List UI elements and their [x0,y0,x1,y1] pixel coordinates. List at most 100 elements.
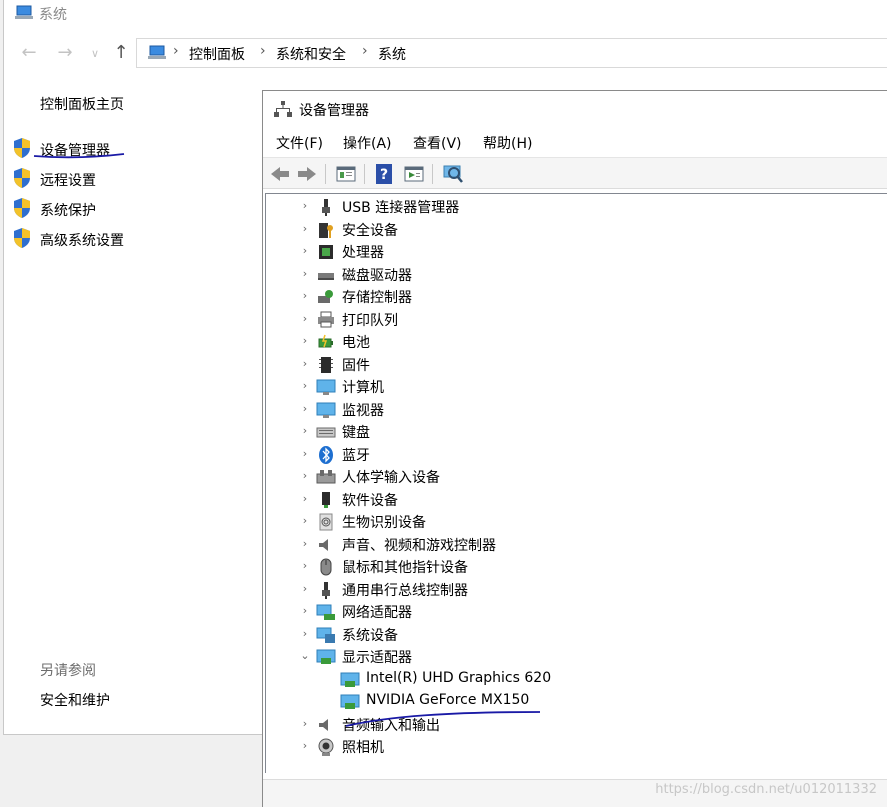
device-item[interactable]: NVIDIA GeForce MX150 [266,691,866,713]
device-label: 鼠标和其他指针设备 [342,560,468,576]
device-category[interactable]: › 蓝牙 [266,444,866,466]
chevron-right-icon[interactable]: › [300,559,310,572]
chevron-down-icon[interactable]: ⌄ [300,649,310,662]
keyboard-icon [316,427,336,438]
chevron-right-icon[interactable]: › [300,537,310,550]
device-label: 人体学输入设备 [342,470,440,486]
scan-hardware-icon[interactable] [442,163,464,185]
chevron-right-icon[interactable]: › [300,447,310,460]
control-panel-home-link[interactable]: 控制面板主页 [40,94,124,114]
sidebar-link-label: 高级系统设置 [40,233,124,249]
run-icon[interactable] [403,163,425,185]
device-category[interactable]: › 网络适配器 [266,601,866,623]
sidebar-link-label: 系统保护 [40,203,96,219]
device-category[interactable]: › 鼠标和其他指针设备 [266,556,866,578]
device-category[interactable]: › 存储控制器 [266,286,866,308]
device-label: 声音、视频和游戏控制器 [342,537,496,554]
chevron-right-icon[interactable]: › [300,289,310,302]
chevron-right-icon[interactable]: › [300,739,310,752]
device-category[interactable]: › 通用串行总线控制器 [266,579,866,601]
disk-drive-icon [318,272,334,280]
help-icon[interactable]: ? [373,163,395,185]
device-category[interactable]: › 电池 [266,331,866,353]
speaker-icon [319,718,328,731]
device-label: 网络适配器 [342,605,412,621]
device-category[interactable]: › 磁盘驱动器 [266,264,866,286]
device-category[interactable]: › 键盘 [266,421,866,443]
properties-icon[interactable] [335,163,357,185]
chevron-right-icon[interactable]: › [300,267,310,280]
breadcrumb-separator-icon: › [173,43,179,59]
device-category[interactable]: › 生物识别设备 [266,511,866,533]
device-label: 存储控制器 [342,290,412,306]
back-arrow-icon[interactable]: ← [18,42,40,64]
address-bar: ← → ∨ ↑ › 控制面板 › 系统和安全 › 系统 [4,36,887,70]
device-category[interactable]: › 打印队列 [266,309,866,331]
recent-locations-chevron-icon[interactable]: ∨ [84,43,106,65]
firmware-icon [319,356,333,373]
device-category[interactable]: › 处理器 [266,241,866,263]
bluetooth-icon [319,445,333,464]
back-icon[interactable] [269,163,291,185]
toolbar: ? [263,157,887,189]
usb-icon [322,199,330,216]
device-manager-title: 设备管理器 [299,103,369,119]
breadcrumb-separator-icon: › [362,43,368,59]
device-category[interactable]: › 人体学输入设备 [266,466,866,488]
device-category[interactable]: › 软件设备 [266,489,866,511]
breadcrumb-item-system-security[interactable]: 系统和安全 [276,44,346,64]
device-label: 处理器 [342,245,384,261]
chevron-right-icon[interactable]: › [300,469,310,482]
menu-action[interactable]: 操作(A) [343,133,392,153]
security-maintenance-link[interactable]: 安全和维护 [40,690,110,710]
device-category[interactable]: › USB 连接器管理器 [266,196,866,218]
device-category[interactable]: › 监视器 [266,399,866,421]
chevron-right-icon[interactable]: › [300,244,310,257]
display-adapter-icon [340,672,360,687]
chevron-right-icon[interactable]: › [300,357,310,370]
device-category[interactable]: › 声音、视频和游戏控制器 [266,534,866,556]
device-category[interactable]: › 固件 [266,354,866,376]
device-category[interactable]: › 计算机 [266,376,866,398]
chevron-right-icon[interactable]: › [300,222,310,235]
see-also-heading: 另请参阅 [40,663,96,679]
device-item[interactable]: Intel(R) UHD Graphics 620 [266,669,866,691]
device-label: 计算机 [342,380,384,396]
device-label: 软件设备 [342,492,398,509]
chevron-right-icon[interactable]: › [300,312,310,325]
device-tree: › USB 连接器管理器 › 安全设备 › 处理器 › 磁盘驱动器 › 存储控制器 › 打印队列 › 电池… [265,193,887,773]
device-category[interactable]: › 照相机 [266,736,866,758]
device-category[interactable]: ⌄ 显示适配器 [266,646,866,668]
up-arrow-icon[interactable]: ↑ [110,42,132,64]
sidebar-link-label: 远程设置 [40,173,96,189]
chevron-right-icon[interactable]: › [300,334,310,347]
forward-icon[interactable] [296,163,318,185]
chevron-right-icon[interactable]: › [300,604,310,617]
chevron-right-icon[interactable]: › [300,582,310,595]
chevron-right-icon[interactable]: › [300,199,310,212]
chevron-right-icon[interactable]: › [300,717,310,730]
chevron-right-icon[interactable]: › [300,514,310,527]
chevron-right-icon[interactable]: › [300,627,310,640]
device-category[interactable]: › 音频输入和输出 [266,714,866,736]
network-adapter-icon [316,604,335,620]
chevron-right-icon[interactable]: › [300,402,310,415]
printer-icon [318,311,334,327]
device-label: Intel(R) UHD Graphics 620 [366,669,552,686]
forward-arrow-icon[interactable]: → [54,42,76,64]
breadcrumb-item-system[interactable]: 系统 [378,44,406,64]
chevron-right-icon[interactable]: › [300,379,310,392]
device-category[interactable]: › 系统设备 [266,624,866,646]
battery-icon [318,334,333,348]
sidebar-link-label: 设备管理器 [40,143,110,159]
chevron-right-icon[interactable]: › [300,492,310,505]
address-box[interactable]: › 控制面板 › 系统和安全 › 系统 [136,38,887,68]
device-category[interactable]: › 安全设备 [266,219,866,241]
chevron-right-icon[interactable]: › [300,424,310,437]
system-pc-icon [15,5,33,19]
breadcrumb-item-control-panel[interactable]: 控制面板 [189,44,245,64]
menu-help[interactable]: 帮助(H) [483,133,532,153]
menu-file[interactable]: 文件(F) [276,133,323,153]
menu-view[interactable]: 查看(V) [413,133,462,153]
speaker-icon [319,538,328,551]
